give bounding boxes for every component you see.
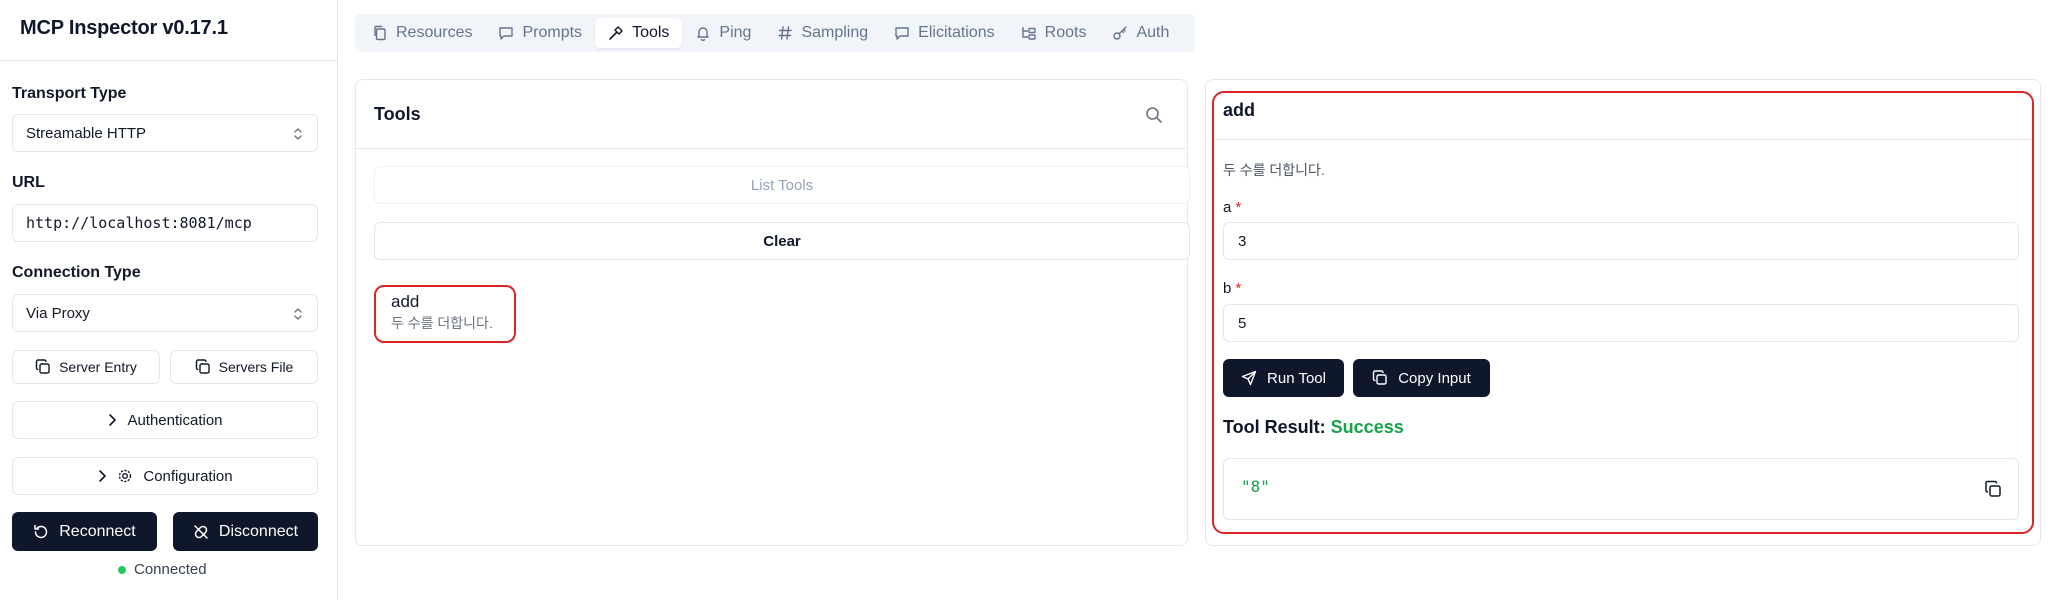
configuration-label: Configuration xyxy=(143,467,233,485)
tool-name: add xyxy=(391,292,420,311)
tab-resources[interactable]: Resources xyxy=(359,18,485,48)
run-tool-label: Run Tool xyxy=(1267,369,1326,387)
reconnect-button[interactable]: Reconnect xyxy=(12,512,157,551)
param-a-value: 3 xyxy=(1238,232,1247,250)
server-entry-label: Server Entry xyxy=(59,359,137,375)
tools-panel: Tools List Tools Clear add 두 수를 더합니다. xyxy=(355,79,1190,546)
tab-auth[interactable]: Auth xyxy=(1099,18,1182,48)
connection-type-value: Via Proxy xyxy=(26,304,90,322)
copy-icon xyxy=(35,359,50,374)
connection-type-label: Connection Type xyxy=(12,264,141,281)
tool-list-item[interactable]: add 두 수를 더합니다. xyxy=(374,285,516,343)
transport-type-label: Transport Type xyxy=(12,85,127,102)
tab-label: Roots xyxy=(1044,24,1087,41)
reconnect-label: Reconnect xyxy=(59,522,136,540)
connection-status-text: Connected xyxy=(134,561,207,578)
tab-tools[interactable]: Tools xyxy=(595,18,683,48)
tab-label: Ping xyxy=(719,24,752,41)
required-marker: * xyxy=(1235,199,1242,216)
copy-input-label: Copy Input xyxy=(1398,369,1471,387)
tab-label: Resources xyxy=(396,24,473,41)
copy-icon[interactable] xyxy=(1984,480,2002,498)
main-tabs: Resources Prompts Tools Ping Sampling El… xyxy=(355,14,1195,52)
tool-description: 두 수를 더합니다. xyxy=(391,315,493,331)
connection-type-select[interactable]: Via Proxy xyxy=(12,294,318,332)
sidebar-divider xyxy=(0,60,338,61)
tab-label: Prompts xyxy=(522,24,583,41)
tab-sampling[interactable]: Sampling xyxy=(764,18,881,48)
gear-icon xyxy=(119,469,132,483)
param-b-input[interactable]: 5 xyxy=(1223,304,2019,342)
search-icon[interactable] xyxy=(1145,106,1163,124)
disconnect-button[interactable]: Disconnect xyxy=(173,512,318,551)
sidebar: MCP Inspector v0.17.1 Transport Type Str… xyxy=(0,0,338,600)
tab-label: Sampling xyxy=(801,24,869,41)
servers-file-button[interactable]: Servers File xyxy=(170,350,318,384)
param-b-value: 5 xyxy=(1238,314,1247,332)
required-marker: * xyxy=(1235,280,1242,297)
tool-detail-title: add xyxy=(1223,100,1256,120)
tool-result-value: "8" xyxy=(1241,477,1270,496)
rotate-ccw-icon xyxy=(34,524,48,538)
folder-tree-icon xyxy=(1021,27,1036,40)
tab-label: Tools xyxy=(632,24,670,41)
copy-icon xyxy=(1373,370,1387,385)
servers-file-label: Servers File xyxy=(218,359,294,375)
chevron-right-icon xyxy=(99,470,107,482)
tool-result-box: "8" xyxy=(1223,458,2019,520)
message-icon xyxy=(499,27,514,40)
tab-prompts[interactable]: Prompts xyxy=(485,18,595,48)
hash-icon xyxy=(778,26,793,40)
authentication-toggle[interactable]: Authentication xyxy=(12,401,318,439)
param-a-label: a * xyxy=(1223,199,1241,216)
chevrons-up-down-icon xyxy=(294,128,302,140)
tool-detail-description: 두 수를 더합니다. xyxy=(1223,162,1325,178)
tab-roots[interactable]: Roots xyxy=(1008,18,1100,48)
send-icon xyxy=(1241,370,1257,386)
bell-icon xyxy=(697,27,710,41)
connection-status: Connected xyxy=(118,561,207,578)
copy-icon xyxy=(195,359,210,374)
param-a-input[interactable]: 3 xyxy=(1223,222,2019,260)
transport-type-select[interactable]: Streamable HTTP xyxy=(12,114,318,152)
transport-type-value: Streamable HTTP xyxy=(26,124,147,142)
configuration-toggle[interactable]: Configuration xyxy=(12,457,318,495)
url-value: http://localhost:8081/mcp xyxy=(26,214,252,232)
unplug-icon xyxy=(194,524,208,539)
tab-label: Auth xyxy=(1136,24,1170,41)
list-tools-button[interactable]: List Tools xyxy=(374,166,1190,204)
key-icon xyxy=(1113,26,1128,40)
tool-result-label: Tool Result: xyxy=(1223,417,1326,437)
message-icon xyxy=(895,27,909,40)
copy-input-button[interactable]: Copy Input xyxy=(1353,359,1490,397)
url-label: URL xyxy=(12,174,45,191)
tab-ping[interactable]: Ping xyxy=(682,18,764,48)
files-icon xyxy=(374,25,386,41)
tool-result-status: Success xyxy=(1330,417,1404,437)
disconnect-label: Disconnect xyxy=(218,522,299,540)
chevron-right-icon xyxy=(109,414,117,426)
param-b-label: b * xyxy=(1223,280,1241,297)
tab-elicitations[interactable]: Elicitations xyxy=(881,18,1007,48)
tools-panel-title: Tools xyxy=(374,104,421,124)
server-entry-button[interactable]: Server Entry xyxy=(12,350,160,384)
param-name: b xyxy=(1223,280,1232,297)
run-tool-button[interactable]: Run Tool xyxy=(1223,359,1344,397)
authentication-label: Authentication xyxy=(127,411,223,429)
hammer-icon xyxy=(609,26,623,40)
param-name: a xyxy=(1223,199,1232,216)
chevrons-up-down-icon xyxy=(294,308,302,320)
tool-detail-divider xyxy=(1214,139,2032,140)
tab-label: Elicitations xyxy=(918,24,995,41)
url-input[interactable]: http://localhost:8081/mcp xyxy=(12,204,318,242)
status-dot-icon xyxy=(118,565,126,574)
tools-panel-divider xyxy=(356,148,1187,149)
app-title: MCP Inspector v0.17.1 xyxy=(20,17,228,39)
clear-button[interactable]: Clear xyxy=(374,222,1190,260)
tool-result-heading: Tool Result: Success xyxy=(1223,417,1404,438)
